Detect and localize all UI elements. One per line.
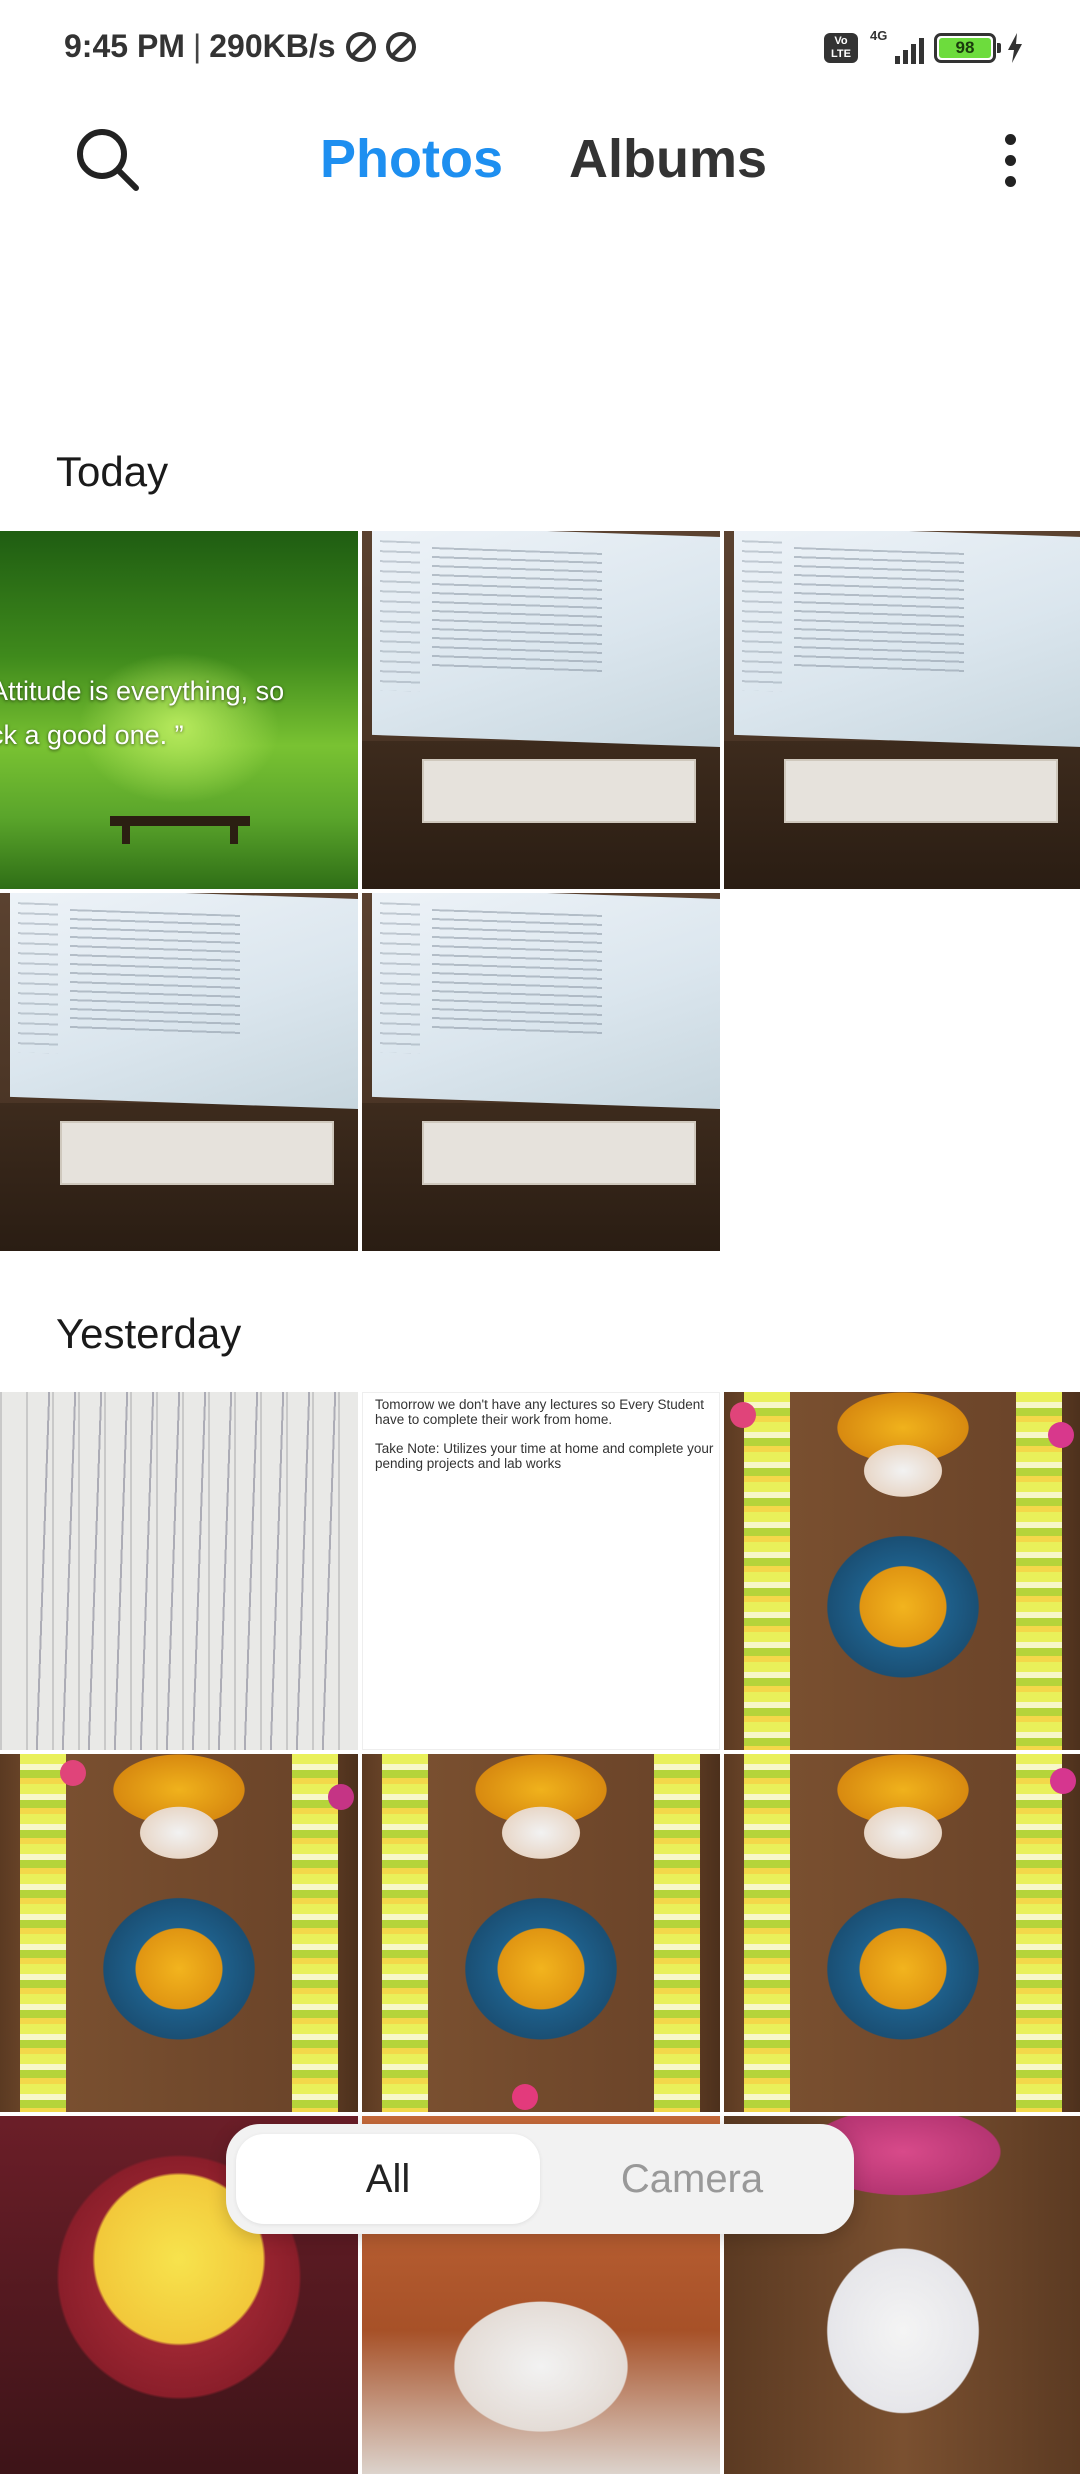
filter-camera-button[interactable]: Camera (540, 2134, 844, 2224)
more-dot-icon (1004, 154, 1016, 166)
photo-thumbnail[interactable] (362, 1754, 720, 2112)
charging-icon (1008, 33, 1022, 63)
more-dot-icon (1004, 175, 1016, 187)
photo-thumbnail[interactable] (0, 1392, 358, 1750)
more-options-button[interactable] (980, 128, 1040, 192)
photo-thumbnail[interactable] (724, 531, 1080, 889)
data-saver-icon (345, 31, 376, 62)
volte-icon: Vo LTE (824, 33, 858, 63)
photo-thumbnail[interactable] (362, 893, 720, 1251)
photo-thumbnail[interactable] (362, 531, 720, 889)
photo-quote-text: Attitude is everything, so ck a good one… (0, 676, 285, 750)
photo-thumbnail[interactable] (724, 1392, 1080, 1750)
signal-icon: 4G (868, 28, 924, 66)
source-filter: All Camera (226, 2124, 854, 2234)
sync-icon (385, 31, 416, 62)
battery-icon: 98 (934, 33, 1001, 63)
status-time: 9:45 PM (64, 28, 185, 64)
tab-albums[interactable]: Albums (569, 128, 767, 190)
photo-thumbnail[interactable] (0, 1754, 358, 2112)
view-tabs: Photos Albums (320, 128, 767, 190)
network-speed: 290KB/s (209, 28, 336, 64)
photo-thumbnail[interactable]: Tomorrow we don't have any lectures so E… (362, 1392, 720, 1750)
status-left: 9:45 PM | 290KB/s (64, 28, 416, 65)
status-right: Vo LTE 4G 98 (824, 28, 1024, 66)
bench-shape (110, 816, 250, 844)
photo-thumbnail[interactable] (724, 1754, 1080, 2112)
filter-all-button[interactable]: All (236, 2134, 540, 2224)
note-line: Tomorrow we don't have any lectures so E… (375, 1397, 704, 1427)
photo-grid-today: Attitude is everything, so ck a good one… (0, 531, 1080, 1251)
photo-thumbnail[interactable]: Attitude is everything, so ck a good one… (0, 531, 358, 889)
search-icon (77, 129, 139, 191)
photo-thumbnail[interactable] (0, 893, 358, 1251)
battery-level: 98 (939, 38, 991, 58)
status-bar: 9:45 PM | 290KB/s Vo LTE 4G 98 (0, 0, 1080, 100)
more-dot-icon (1004, 133, 1016, 145)
section-title-yesterday: Yesterday (56, 1310, 242, 1357)
note-text: Tomorrow we don't have any lectures so E… (375, 1397, 715, 1485)
tab-photos[interactable]: Photos (320, 128, 503, 190)
note-line: Take Note: Utilizes your time at home an… (375, 1441, 714, 1471)
network-type: 4G (870, 28, 888, 43)
app-header: Photos Albums (0, 110, 1080, 210)
status-separator: | (192, 28, 202, 64)
section-title-today: Today (56, 448, 169, 495)
search-button[interactable] (72, 124, 144, 196)
